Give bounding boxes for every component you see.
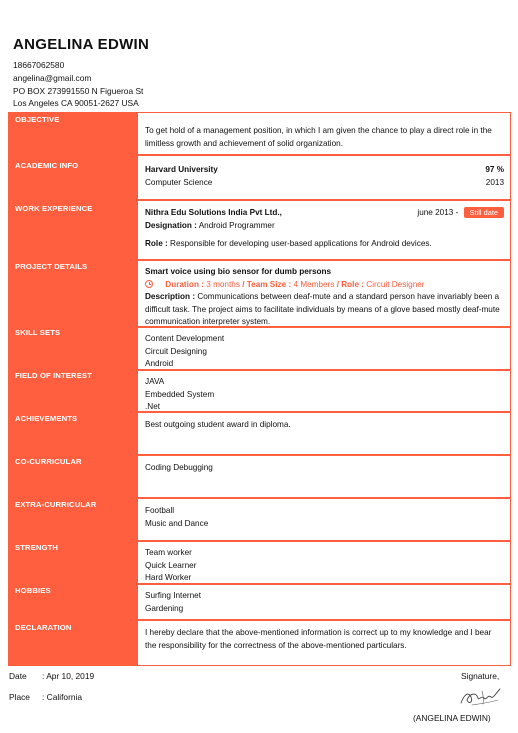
hobby-item: Gardening	[145, 603, 184, 613]
work-start-date: june 2013 -	[417, 208, 459, 217]
label-academic-info: ACADEMIC INFO	[15, 161, 79, 170]
strength-item: Team worker	[145, 548, 192, 557]
section-divider	[138, 154, 511, 156]
label-declaration: DECLARATION	[15, 623, 72, 632]
section-labels-column: OBJECTIVE ACADEMIC INFO WORK EXPERIENCE …	[9, 113, 138, 665]
candidate-name: ANGELINA EDWIN	[13, 36, 150, 53]
duration-value: 3 months	[206, 279, 240, 289]
work-section: Nithra Edu Solutions India Pvt Ltd., jun…	[138, 203, 511, 251]
section-divider	[138, 199, 511, 201]
hobbies-section: Surfing Internet Gardening	[138, 586, 511, 615]
skill-item: Content Development	[145, 334, 225, 343]
email-address: angelina@gmail.com	[13, 72, 92, 83]
interests-section: JAVA Embedded System .Net	[138, 372, 511, 414]
project-title: Smart voice using bio sensor for dumb pe…	[145, 267, 332, 276]
team-size-value: 4 Members	[293, 279, 335, 289]
place-label: Place	[9, 692, 30, 702]
address-line-2: Los Angeles CA 90051-2627 USA	[13, 98, 139, 109]
signature-label: Signature,	[461, 671, 500, 681]
section-divider	[138, 326, 511, 328]
academic-section: Harvard University 97 % Computer Science…	[138, 160, 511, 189]
section-divider	[138, 369, 511, 371]
objective-text: To get hold of a management position, in…	[145, 126, 492, 148]
label-extra-curricular: EXTRA-CURRICULAR	[15, 500, 97, 509]
section-divider	[138, 619, 511, 621]
section-divider	[138, 540, 511, 542]
section-divider	[138, 454, 511, 456]
objective-section: To get hold of a management position, in…	[138, 121, 511, 150]
project-role-value: Circuit Designer	[366, 279, 425, 289]
section-content-column: To get hold of a management position, in…	[138, 113, 511, 665]
designation-label: Designation :	[145, 220, 197, 230]
achievement-item: Best outgoing student award in diploma.	[145, 420, 291, 429]
designation-value: Android Programmer	[198, 220, 275, 230]
co-curricular-section: Coding Debugging	[138, 458, 511, 475]
declaration-text: I hereby declare that the above-mentione…	[145, 628, 492, 650]
work-role-label: Role :	[145, 239, 168, 249]
label-achievements: ACHIEVEMENTS	[15, 414, 78, 423]
address-line-1: PO BOX 273991550 N Figueroa St	[13, 85, 144, 96]
co-curricular-item: Coding Debugging	[145, 463, 213, 472]
extra-curricular-item: Football	[145, 506, 175, 515]
course-name: Computer Science	[145, 177, 213, 187]
description-label: Description :	[145, 292, 196, 302]
resume-table: OBJECTIVE ACADEMIC INFO WORK EXPERIENCE …	[8, 112, 511, 666]
place-value: : California	[42, 692, 83, 702]
label-work-experience: WORK EXPERIENCE	[15, 204, 93, 213]
label-objective: OBJECTIVE	[15, 115, 60, 124]
label-project-details: PROJECT DETAILS	[15, 262, 88, 271]
company-name: Nithra Edu Solutions India Pvt Ltd.,	[145, 208, 282, 217]
graduation-year: 2013	[485, 177, 504, 187]
institution-name: Harvard University	[145, 165, 218, 174]
date-label: Date	[9, 671, 27, 681]
section-divider	[138, 583, 511, 585]
work-status-badge: Still date	[463, 207, 504, 218]
clock-icon	[145, 279, 153, 288]
resume-header: ANGELINA EDWIN 18667062580 angelina@gmai…	[13, 37, 503, 110]
signature-name: (ANGELINA EDWIN)	[413, 713, 491, 723]
label-hobbies: HOBBIES	[15, 586, 51, 595]
extra-curricular-section: Football Music and Dance	[138, 501, 511, 530]
project-description: Communications between deaf-mute and a s…	[145, 292, 500, 327]
interest-item: Embedded System	[145, 389, 215, 399]
section-divider	[138, 497, 511, 499]
project-role-label: / Role :	[336, 279, 365, 289]
strength-section: Team worker Quick Learner Hard Worker	[138, 543, 511, 585]
strength-item: Quick Learner	[145, 560, 197, 570]
work-role-value: Responsible for developing user-based ap…	[170, 239, 432, 249]
skill-item: Circuit Designing	[145, 346, 207, 356]
team-size-label: / Team Size :	[242, 279, 292, 289]
achievements-section: Best outgoing student award in diploma.	[138, 415, 511, 432]
project-section: Smart voice using bio sensor for dumb pe…	[138, 262, 511, 329]
hobby-item: Surfing Internet	[145, 591, 201, 600]
section-divider	[138, 259, 511, 261]
duration-label: Duration :	[165, 279, 204, 289]
declaration-section: I hereby declare that the above-mentione…	[138, 623, 511, 652]
label-co-curricular: CO-CURRICULAR	[15, 457, 82, 466]
academic-score: 97 %	[485, 165, 504, 174]
phone-number: 18667062580	[13, 60, 65, 70]
contact-details: 18667062580 angelina@gmail.com PO BOX 27…	[13, 59, 503, 110]
label-skill-sets: SKILL SETS	[15, 328, 61, 337]
date-value: : Apr 10, 2019	[42, 671, 95, 681]
label-field-of-interest: FIELD OF INTEREST	[15, 371, 92, 380]
extra-curricular-item: Music and Dance	[145, 518, 209, 528]
section-divider	[138, 411, 511, 413]
label-strength: STRENGTH	[15, 543, 59, 552]
interest-item: JAVA	[145, 377, 165, 386]
handwritten-signature	[460, 688, 501, 706]
skills-section: Content Development Circuit Designing An…	[138, 329, 511, 371]
